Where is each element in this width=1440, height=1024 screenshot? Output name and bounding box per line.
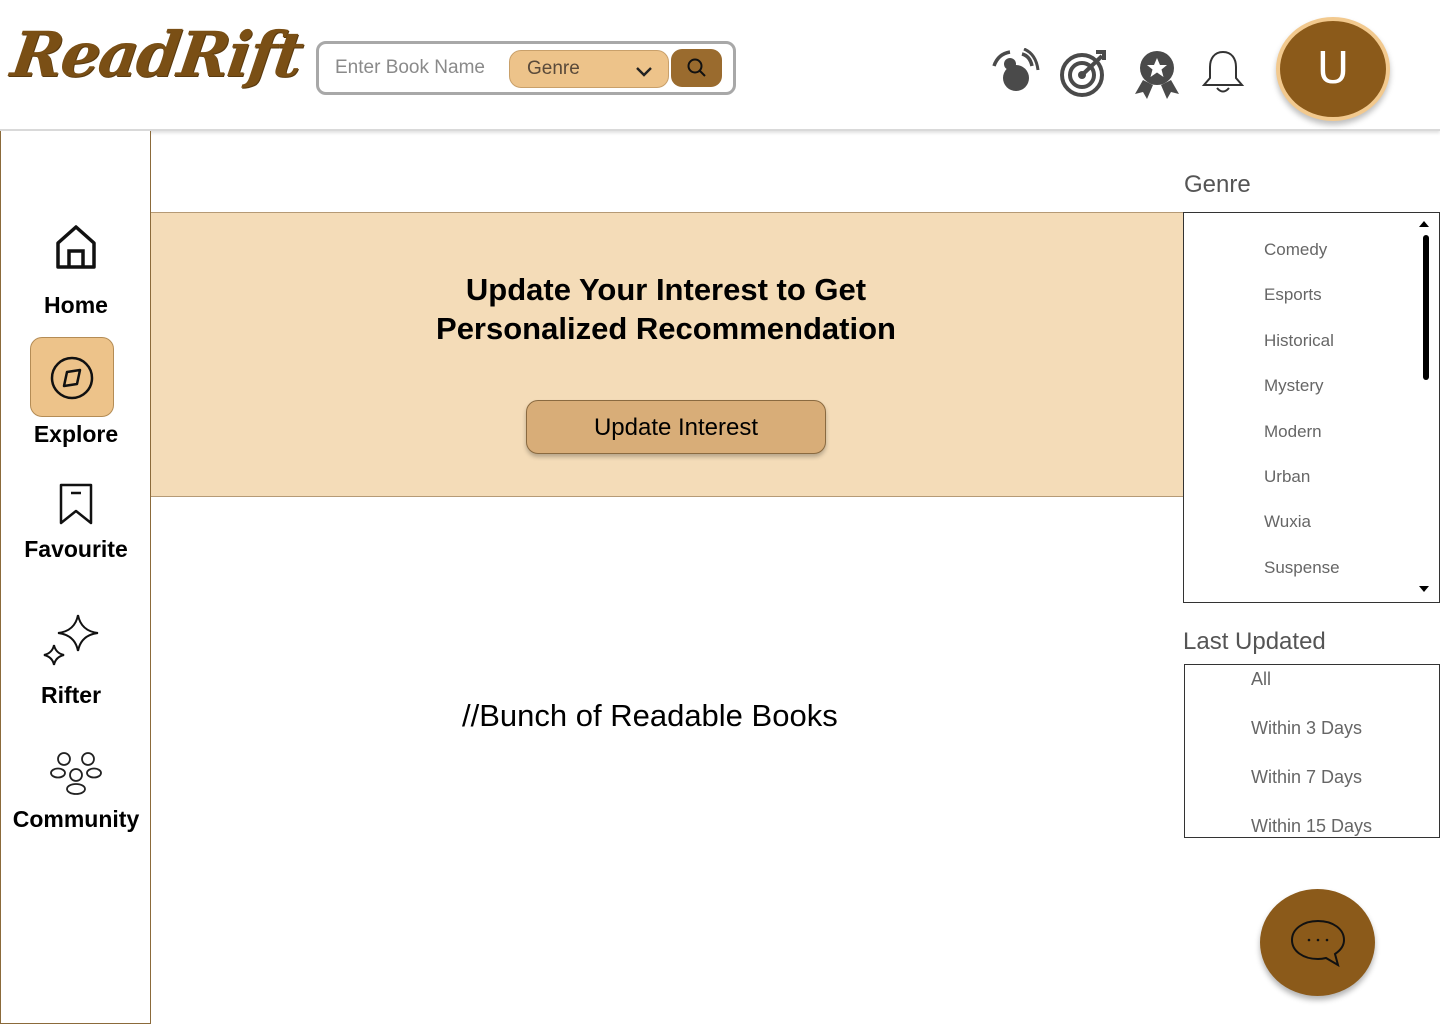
bookmark-icon [59,483,93,525]
search-input[interactable] [333,54,508,82]
sidebar: Home Explore Favourite Rifter Community [0,131,151,1024]
bell-icon[interactable] [1200,48,1246,96]
search-button[interactable] [671,49,722,87]
target-icon[interactable] [1058,48,1110,98]
genre-dropdown[interactable]: Genre [509,50,669,88]
sidebar-item-favourite[interactable]: Favourite [1,483,151,563]
sparkle-icon [43,614,99,666]
compass-icon [50,356,94,400]
genre-option[interactable]: Mystery [1264,376,1324,396]
broadcast-icon[interactable] [990,48,1042,98]
top-header: ReadRift Genre U [0,0,1440,131]
user-avatar[interactable]: U [1276,17,1390,121]
genre-filter-title: Genre [1184,171,1251,198]
last-updated-option[interactable]: Within 7 Days [1251,767,1362,788]
update-interest-button[interactable]: Update Interest [526,400,826,454]
chat-button[interactable] [1260,889,1375,996]
search-bar: Genre [316,41,736,95]
genre-option[interactable]: Suspense [1264,558,1340,578]
sidebar-item-home[interactable]: Home [1,223,151,319]
last-updated-filter-title: Last Updated [1183,628,1326,655]
home-icon [56,225,96,269]
chevron-down-icon [636,67,652,77]
banner-title: Update Your Interest to Get Personalized… [436,272,896,346]
scrollbar-thumb[interactable] [1423,235,1429,380]
interest-banner: Update Your Interest to Get Personalized… [151,212,1183,497]
genre-option[interactable]: Esports [1264,285,1322,305]
genre-option[interactable]: Urban [1264,467,1310,487]
chat-bubble-icon [1290,919,1346,968]
scroll-up-arrow[interactable] [1419,221,1429,227]
sidebar-item-label: Community [12,806,140,832]
search-icon [687,58,706,77]
sidebar-item-community[interactable]: Community [1,751,151,833]
books-placeholder: //Bunch of Readable Books [462,698,838,733]
scroll-down-arrow[interactable] [1419,586,1429,592]
sidebar-item-rifter[interactable]: Rifter [1,613,151,709]
genre-option[interactable]: Comedy [1264,240,1327,260]
sidebar-item-explore[interactable]: Explore [1,421,151,448]
genre-dropdown-label: Genre [527,58,580,79]
app-logo[interactable]: ReadRift [7,18,306,91]
sidebar-item-label: Home [44,292,108,318]
genre-option[interactable]: Wuxia [1264,512,1311,532]
sidebar-item-label: Rifter [40,682,102,708]
award-icon[interactable] [1130,48,1184,100]
genre-option[interactable]: Modern [1264,422,1322,442]
last-updated-filter-list[interactable]: All Within 3 Days Within 7 Days Within 1… [1184,664,1440,838]
genre-option[interactable]: Historical [1264,331,1334,351]
last-updated-option[interactable]: Within 3 Days [1251,718,1362,739]
last-updated-option[interactable]: Within 15 Days [1251,816,1372,837]
sidebar-item-label: Favourite [24,536,128,562]
genre-filter-list[interactable]: Comedy Esports Historical Mystery Modern… [1183,212,1440,603]
sidebar-item-label: Explore [33,421,119,447]
sidebar-item-explore-highlight[interactable] [30,337,114,417]
last-updated-option[interactable]: All [1251,669,1271,690]
community-icon [50,752,102,795]
